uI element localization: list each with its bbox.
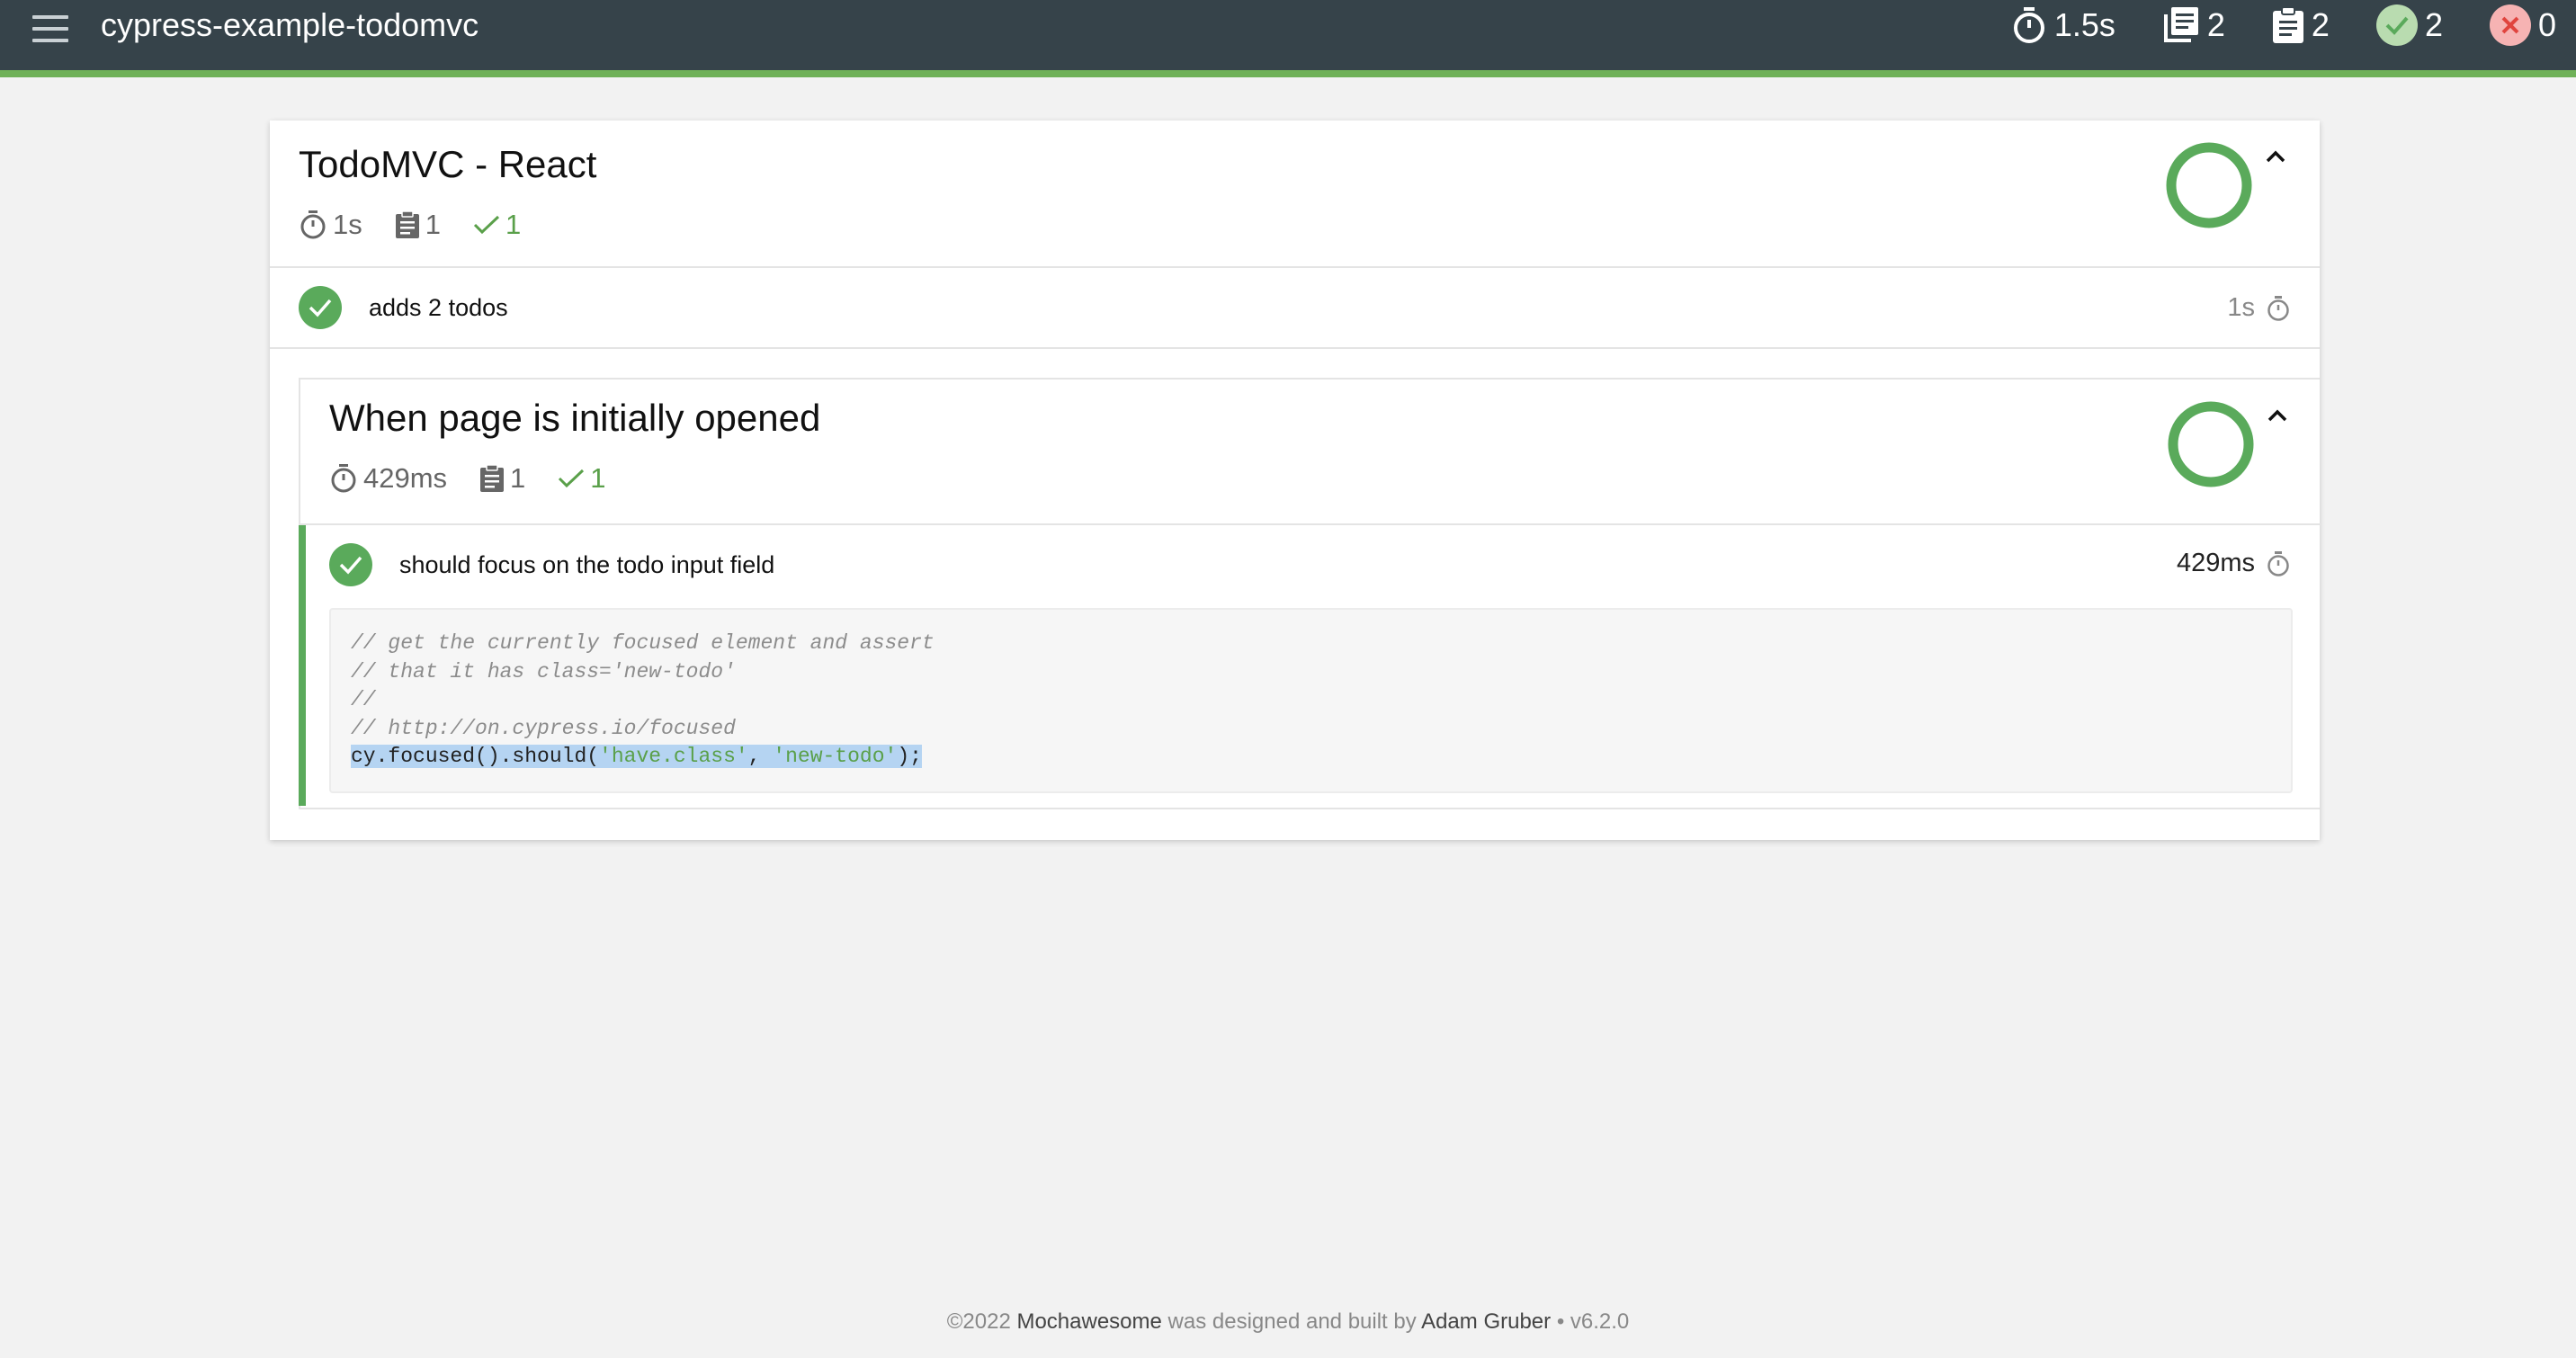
nested-suite: When page is initially opened 429ms 1 1 bbox=[299, 378, 2321, 809]
footer-text: was designed and built by bbox=[1167, 1309, 1417, 1334]
test-duration: 429ms bbox=[2177, 549, 2291, 578]
test-duration-value: 429ms bbox=[2176, 549, 2255, 577]
code-line: cy.focused().should('have.class', 'new-t… bbox=[351, 743, 2271, 772]
code-comment: // bbox=[351, 688, 376, 711]
report-title: cypress-example-todomvc bbox=[101, 6, 479, 43]
suite-duration: 1s bbox=[299, 209, 362, 241]
suite-meta: 1s 1 1 bbox=[299, 209, 553, 241]
nav-passes-filter[interactable]: 2 bbox=[2375, 4, 2443, 46]
selected-code: cy.focused().should('have.class', 'new-t… bbox=[351, 745, 922, 768]
footer-version: • v6.2.0 bbox=[1556, 1309, 1630, 1334]
nav-failures-filter[interactable]: 0 bbox=[2489, 4, 2556, 46]
library-books-icon bbox=[2162, 6, 2200, 44]
suite-tests-value: 1 bbox=[425, 209, 441, 240]
suite-duration-value: 1s bbox=[333, 209, 362, 240]
nested-suite-duration: 429ms bbox=[329, 462, 447, 495]
summary-stats: 1.5s 2 2 2 0 bbox=[1964, 0, 2556, 50]
top-navbar: cypress-example-todomvc 1.5s 2 2 2 0 bbox=[0, 0, 2576, 77]
passed-test-indicator bbox=[299, 525, 306, 806]
passed-check-icon bbox=[329, 543, 372, 586]
footer-author-link[interactable]: Adam Gruber bbox=[1421, 1309, 1551, 1334]
clipboard-icon bbox=[2272, 6, 2304, 44]
footer-copyright: ©2022 bbox=[946, 1309, 1011, 1334]
divider bbox=[300, 523, 2321, 525]
nav-duration-value: 1.5s bbox=[2053, 6, 2115, 43]
stopwatch-icon bbox=[300, 210, 326, 239]
suite-tests-count: 1 bbox=[395, 209, 441, 241]
suite-title: TodoMVC - React bbox=[299, 143, 597, 185]
test-row[interactable]: should focus on the todo input field bbox=[329, 543, 2218, 586]
code-comment: // that it has class='new-todo' bbox=[351, 659, 736, 683]
footer-product-link[interactable]: Mochawesome bbox=[1016, 1309, 1161, 1334]
test-row[interactable]: adds 2 todos bbox=[299, 286, 2277, 329]
check-icon bbox=[473, 215, 500, 235]
collapse-chevron-icon[interactable] bbox=[2265, 149, 2286, 164]
passed-check-icon bbox=[299, 286, 342, 329]
stopwatch-icon bbox=[2011, 6, 2047, 44]
test-code-block[interactable]: // get the currently focused element and… bbox=[329, 608, 2293, 793]
suite-card: TodoMVC - React 1s 1 1 adds 2 todos 1s W bbox=[270, 121, 2321, 840]
suite-passes-value: 1 bbox=[505, 209, 522, 240]
code-comment: // get the currently focused element and… bbox=[351, 631, 935, 655]
check-icon bbox=[559, 469, 585, 488]
stopwatch-icon bbox=[331, 464, 356, 493]
divider bbox=[270, 347, 2320, 349]
nested-suite-tests-value: 1 bbox=[510, 462, 526, 494]
menu-icon[interactable] bbox=[32, 15, 68, 42]
fail-x-icon bbox=[2489, 4, 2531, 46]
stopwatch-icon bbox=[2267, 295, 2289, 321]
divider bbox=[270, 266, 2320, 268]
nested-suite-tests-count: 1 bbox=[479, 462, 525, 495]
clipboard-icon bbox=[395, 210, 419, 238]
nav-passes-value: 2 bbox=[2424, 6, 2443, 43]
code-separator: , bbox=[747, 745, 774, 768]
collapse-chevron-icon[interactable] bbox=[2267, 408, 2288, 423]
code-comment: // http://on.cypress.io/focused bbox=[351, 716, 736, 740]
code-string: 'new-todo' bbox=[773, 745, 898, 768]
nav-tests-filter[interactable]: 2 bbox=[2272, 6, 2330, 44]
test-duration: 1s bbox=[2227, 293, 2291, 323]
code-call: cy.focused().should( bbox=[351, 745, 600, 768]
nav-suites-value: 2 bbox=[2206, 6, 2225, 43]
clipboard-icon bbox=[480, 464, 505, 492]
test-title: adds 2 todos bbox=[369, 293, 508, 321]
code-suffix: ); bbox=[897, 745, 922, 768]
nav-tests-value: 2 bbox=[2311, 6, 2330, 43]
nested-suite-title: When page is initially opened bbox=[329, 397, 821, 439]
code-string: 'have.class' bbox=[599, 745, 748, 768]
nav-failures-value: 0 bbox=[2537, 6, 2556, 43]
nested-suite-passes-count: 1 bbox=[558, 462, 606, 495]
nav-suites-filter[interactable]: 2 bbox=[2162, 6, 2225, 44]
suite-pass-donut bbox=[2166, 142, 2252, 228]
stopwatch-icon bbox=[2267, 550, 2289, 576]
nested-suite-duration-value: 429ms bbox=[363, 462, 448, 494]
footer: ©2022 Mochawesome was designed and built… bbox=[0, 1309, 2576, 1335]
test-duration-value: 1s bbox=[2227, 293, 2255, 322]
pass-check-icon bbox=[2375, 4, 2418, 46]
nested-suite-passes-value: 1 bbox=[590, 462, 606, 494]
test-title: should focus on the todo input field bbox=[399, 550, 775, 578]
nested-suite-meta: 429ms 1 1 bbox=[329, 462, 639, 495]
nested-suite-pass-donut bbox=[2168, 401, 2254, 487]
suite-passes-count: 1 bbox=[473, 209, 521, 241]
nav-duration: 1.5s bbox=[2011, 6, 2115, 44]
